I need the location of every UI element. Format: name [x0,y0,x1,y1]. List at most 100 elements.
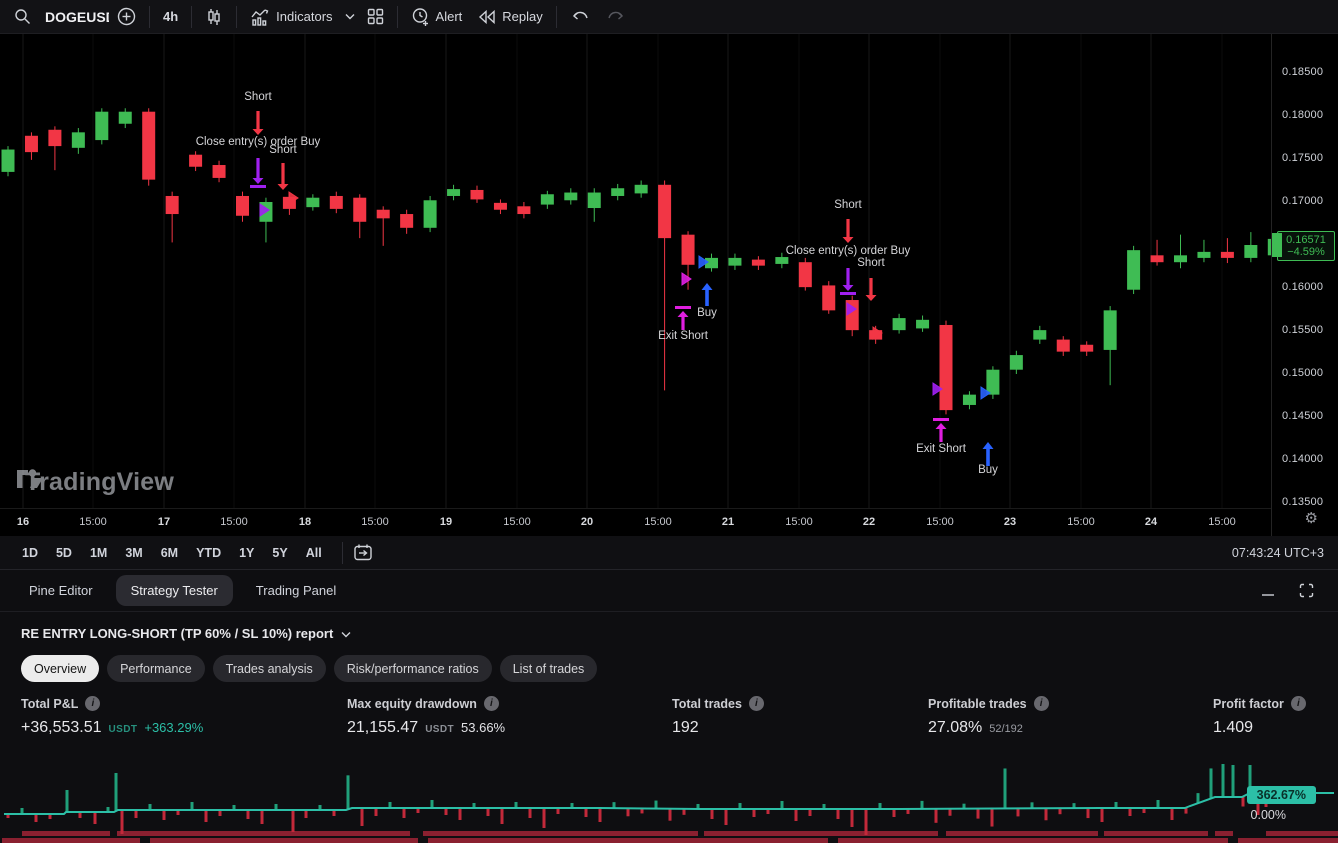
svg-text:Close entry(s) order Buy: Close entry(s) order Buy [196,136,321,148]
subtab-performance[interactable]: Performance [107,655,205,682]
info-icon[interactable]: i [1034,696,1049,711]
time-axis[interactable]: 1615:001715:001815:001915:002015:002115:… [0,508,1271,536]
candle [236,192,249,222]
time-axis-label: 15:00 [361,516,389,528]
trade-bar-down [261,810,264,824]
info-icon[interactable]: i [1291,696,1306,711]
equity-curve-chart[interactable]: 362.67% 0.00% [0,764,1338,843]
candle [799,258,812,291]
search-icon[interactable] [8,3,37,31]
svg-text:Short: Short [244,91,272,103]
subtab-trades-analysis[interactable]: Trades analysis [213,655,326,682]
time-axis-label: 17 [158,516,170,528]
trade-bar-down [851,809,854,827]
candlestick-chart[interactable]: ShortClose entry(s) order BuyShortExit S… [0,34,1271,508]
svg-text:Buy: Buy [978,464,998,476]
candle [1033,326,1046,344]
trade-bar-down [809,809,812,816]
price-axis-label: 0.16000 [1282,281,1323,293]
candle [517,202,530,218]
range-button-6m[interactable]: 6M [153,542,186,564]
chart-style-icon[interactable] [197,3,231,31]
candle [1244,232,1257,262]
range-button-3m[interactable]: 3M [117,542,150,564]
stat-max-equity-drawdown: Max equity drawdowni 21,155.47USDT53.66% [347,696,505,737]
trade-marker [278,163,289,190]
candle [471,186,484,203]
range-button-all[interactable]: All [298,542,330,564]
range-button-5y[interactable]: 5Y [264,542,295,564]
layout-grid-icon[interactable] [359,3,392,31]
candle [846,296,859,336]
stat-value: +36,553.51 [21,719,102,737]
subtab-list-of-trades[interactable]: List of trades [500,655,598,682]
go-to-date-calendar-icon[interactable] [353,543,373,562]
range-button-ytd[interactable]: YTD [188,542,229,564]
subtab-risk-performance-ratios[interactable]: Risk/performance ratios [334,655,492,682]
candle [728,254,741,270]
trade-bar-up [921,801,924,809]
trade-bar-up [1157,800,1160,808]
price-axis-label: 0.17500 [1282,152,1323,164]
range-button-1m[interactable]: 1M [82,542,115,564]
trade-bar-down [711,809,714,819]
trade-marker-label: Close entry(s) order Buy [196,136,321,148]
drawdown-segment [704,831,938,836]
candle [95,108,108,144]
candle [658,181,671,391]
redo-icon[interactable] [598,3,634,31]
info-icon[interactable]: i [484,696,499,711]
trade-bar-down [1101,808,1104,822]
trade-bar-down [1129,808,1132,816]
stat-label: Profit factor [1213,697,1284,711]
panel-minimize-icon[interactable] [1261,585,1275,597]
trade-bar-down [1171,808,1174,820]
panel-tabbar: Pine Editor Strategy Tester Trading Pane… [0,570,1338,612]
stat-label: Total P&L [21,697,78,711]
trade-marker [843,219,854,243]
indicator-templates-chevron-icon[interactable] [341,3,359,31]
undo-icon[interactable] [562,3,598,31]
last-candle-stub [1272,233,1282,257]
svg-text:Short: Short [857,257,885,269]
range-button-1d[interactable]: 1D [14,542,46,564]
axis-settings-gear-icon[interactable]: ⚙ [1305,509,1318,527]
chevron-down-icon [341,631,351,638]
tab-trading-panel[interactable]: Trading Panel [241,575,351,606]
replay-rewind-icon [478,10,496,24]
price-axis-label: 0.14500 [1282,410,1323,422]
trade-bar-down [599,808,602,822]
indicators-button[interactable]: Indicators [242,3,340,31]
info-icon[interactable]: i [85,696,100,711]
trade-bar-up [66,790,69,812]
alert-button[interactable]: Alert [403,3,471,31]
price-axis-label: 0.14000 [1282,453,1323,465]
trade-bar-up [1232,765,1235,797]
candle [916,316,929,332]
trade-bar-up [1210,768,1213,798]
candle [541,191,554,209]
compare-add-icon[interactable] [109,3,144,31]
panel-maximize-icon[interactable] [1299,583,1314,598]
last-price: 0.16571 [1278,234,1334,246]
time-axis-label: 15:00 [503,516,531,528]
strategy-report-selector[interactable]: RE ENTRY LONG-SHORT (TP 60% / SL 10%) re… [0,612,1338,645]
range-button-1y[interactable]: 1Y [231,542,262,564]
range-button-5d[interactable]: 5D [48,542,80,564]
drawdown-segment [2,838,140,843]
price-axis-label: 0.15500 [1282,324,1323,336]
price-axis[interactable]: 0.185000.180000.175000.170000.160000.155… [1271,34,1338,536]
symbol-button[interactable]: DOGEUSDT [37,3,109,31]
trade-marker [866,278,877,301]
tab-strategy-tester[interactable]: Strategy Tester [116,575,233,606]
trade-bar-down [487,808,490,816]
info-icon[interactable]: i [749,696,764,711]
candle [330,192,343,214]
stat-profitable-trades: Profitable tradesi 27.08%52/192 [928,696,1049,737]
session-clock[interactable]: 07:43:24 UTC+3 [1232,546,1324,560]
replay-button[interactable]: Replay [470,3,550,31]
tab-pine-editor[interactable]: Pine Editor [14,575,108,606]
trade-marker [682,273,691,285]
interval-button[interactable]: 4h [155,3,186,31]
subtab-overview[interactable]: Overview [21,655,99,682]
